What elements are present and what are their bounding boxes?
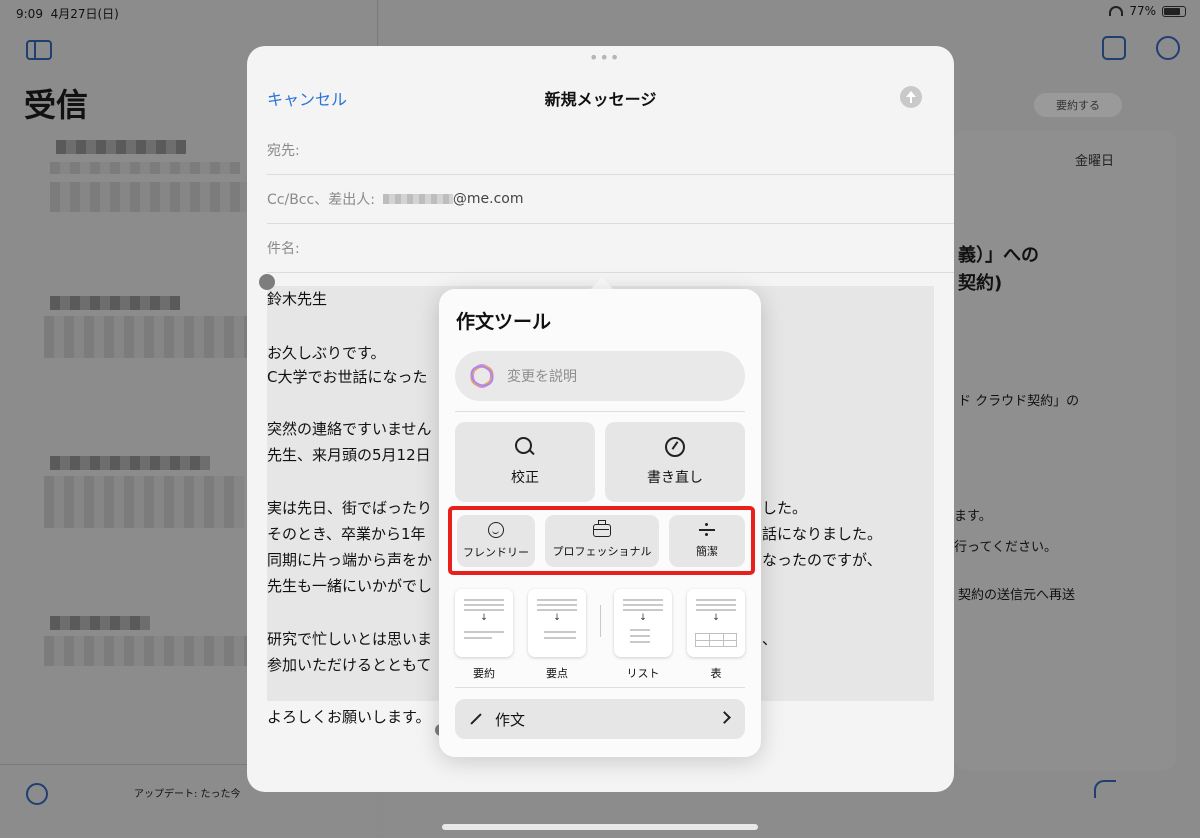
date-text: 4月27日(日)	[50, 7, 119, 21]
status-time: 9:09 4月27日(日)	[16, 5, 119, 22]
message-text: 行ってください。	[954, 540, 1057, 555]
redacted-preview	[50, 182, 260, 212]
divider	[455, 687, 745, 688]
sheet-grabber-icon[interactable]: •••	[589, 50, 620, 66]
body-line: 、	[762, 630, 778, 648]
list-button[interactable]: ↓	[614, 589, 672, 657]
battery-icon	[1162, 5, 1186, 17]
cc-from-field[interactable]: Cc/Bcc、差出人: @me.com	[267, 175, 954, 224]
message-heading-line: 契約)	[958, 273, 1003, 294]
time-text: 9:09	[16, 7, 43, 21]
home-indicator[interactable]	[442, 824, 758, 830]
to-label: 宛先:	[267, 143, 300, 159]
to-field[interactable]: 宛先:	[267, 126, 954, 175]
table-button[interactable]: ↓	[687, 589, 745, 657]
rewrite-icon	[665, 437, 685, 457]
arrow-down-icon: ↓	[639, 613, 647, 623]
message-text: ド クラウド契約」の	[958, 394, 1080, 409]
compose-label: 作文	[495, 710, 526, 729]
redacted-preview	[44, 476, 244, 528]
chevron-right-icon	[718, 711, 731, 724]
body-line: 先生も一緒にいかがでし	[267, 577, 433, 595]
body-line: 突然の連絡ですいません	[267, 420, 432, 438]
table-label: 表	[710, 667, 722, 680]
message-card	[954, 130, 1176, 770]
body-line: C大学でお世話になった	[267, 368, 428, 386]
redacted-preview	[50, 162, 240, 174]
pencil-icon	[470, 713, 482, 725]
body-line: 研究で忙しいとは思いま	[267, 630, 433, 648]
message-heading: 義）」への 契約)	[958, 242, 1039, 298]
reply-icon[interactable]	[1094, 780, 1116, 798]
summary-label: 要約	[473, 667, 495, 680]
key-points-button[interactable]: ↓	[528, 589, 586, 657]
highlight-box	[448, 506, 755, 575]
body-line: 先生、来月頭の5月12日	[267, 446, 431, 464]
redacted-sender	[56, 140, 186, 154]
rewrite-label: 書き直し	[647, 470, 703, 486]
battery-percent: 77%	[1129, 4, 1156, 18]
body-line: なったのですが、	[762, 551, 882, 569]
update-status: アップデート: たった今	[134, 789, 241, 800]
subject-label: 件名:	[267, 241, 300, 257]
wifi-icon	[1109, 6, 1124, 16]
body-line: 話になりました。	[762, 525, 883, 543]
key-points-label: 要点	[546, 667, 568, 680]
from-domain: @me.com	[452, 191, 524, 207]
redacted-sender	[50, 616, 150, 630]
divider	[455, 411, 745, 412]
body-line: 同期に片っ端から声をか	[267, 551, 433, 569]
rewrite-button[interactable]: 書き直し	[605, 422, 745, 502]
status-indicators: 77%	[1109, 4, 1186, 18]
summary-button[interactable]: ↓	[455, 589, 513, 657]
message-text: ます。	[954, 509, 992, 524]
status-bar: 9:09 4月27日(日) 77%	[0, 0, 1200, 24]
body-line: 実は先日、街でばったり	[267, 499, 433, 517]
message-text: 契約の送信元へ再送	[958, 588, 1076, 603]
table-icon	[695, 633, 737, 647]
list-label: リスト	[626, 667, 660, 680]
writing-tools-title: 作文ツール	[456, 311, 552, 333]
more-icon[interactable]	[1156, 36, 1180, 60]
message-date: 金曜日	[1075, 154, 1115, 169]
arrow-down-icon: ↓	[712, 613, 720, 623]
filter-icon[interactable]	[26, 783, 48, 805]
cc-from-label: Cc/Bcc、差出人:	[267, 192, 375, 208]
body-line: よろしくお願いします。	[267, 708, 431, 726]
compose-with-ai-button[interactable]: 作文	[455, 699, 745, 739]
body-line: 鈴木先生	[267, 290, 328, 308]
body-line: お久しぶりです。	[267, 344, 386, 362]
body-line: 参加いただけるとともて	[267, 656, 432, 674]
proofread-button[interactable]: 校正	[455, 422, 595, 502]
redacted-preview	[44, 316, 274, 358]
compose-icon[interactable]	[1102, 36, 1126, 60]
subject-field[interactable]: 件名:	[267, 224, 954, 273]
arrow-down-icon: ↓	[553, 613, 561, 623]
writing-tools-popover: 作文ツール 変更を説明 校正 書き直し フレンドリー プロフェッショナル 簡潔 …	[439, 289, 761, 757]
arrow-down-icon: ↓	[480, 613, 488, 623]
proofread-label: 校正	[511, 470, 539, 486]
redacted-sender	[50, 456, 210, 470]
message-toolbar	[1102, 36, 1180, 60]
redacted-address	[382, 194, 453, 204]
redacted-sender	[50, 296, 180, 310]
send-button[interactable]	[900, 86, 922, 108]
apple-intelligence-icon	[466, 361, 498, 391]
inbox-title: 受信	[24, 86, 89, 124]
summarize-button[interactable]: 要約する	[1034, 93, 1122, 117]
message-heading-line: 義）」への	[958, 245, 1039, 266]
describe-change-placeholder: 変更を説明	[507, 369, 577, 385]
redacted-preview	[44, 636, 274, 666]
separator	[600, 605, 601, 637]
body-line: そのとき、卒業から1年	[267, 525, 426, 543]
compose-title: 新規メッセージ	[544, 90, 657, 109]
sidebar-toggle-icon[interactable]	[26, 40, 52, 60]
describe-change-input[interactable]: 変更を説明	[455, 351, 745, 401]
magnifier-check-icon	[515, 437, 535, 457]
body-line: した。	[762, 499, 808, 517]
